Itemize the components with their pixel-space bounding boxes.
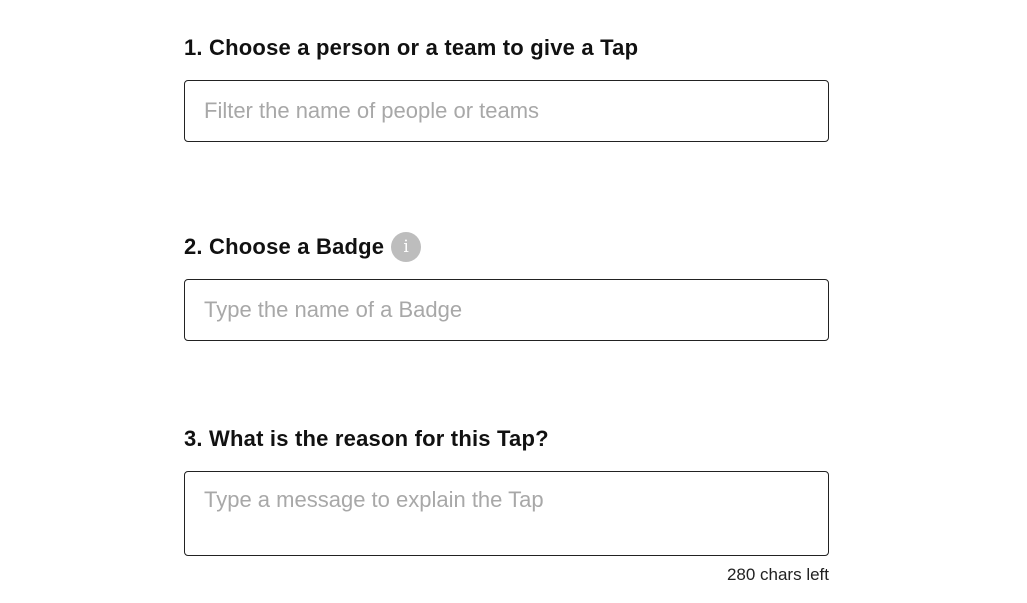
step-3-title: 3. What is the reason for this Tap?: [184, 426, 549, 452]
step-2-title-text: 2. Choose a Badge: [184, 234, 385, 259]
step-2-title: 2. Choose a Badge i: [184, 232, 422, 262]
step-1-title: 1. Choose a person or a team to give a T…: [184, 35, 638, 61]
step-1-title-text: 1. Choose a person or a team to give a T…: [184, 35, 639, 60]
step-3-title-text: 3. What is the reason for this Tap?: [184, 426, 549, 451]
recipient-filter-input[interactable]: [184, 80, 829, 142]
badge-search-input[interactable]: [184, 279, 829, 341]
char-counter: 280 chars left: [726, 565, 829, 584]
info-icon[interactable]: i: [391, 232, 422, 262]
reason-message-textarea[interactable]: [184, 471, 829, 556]
